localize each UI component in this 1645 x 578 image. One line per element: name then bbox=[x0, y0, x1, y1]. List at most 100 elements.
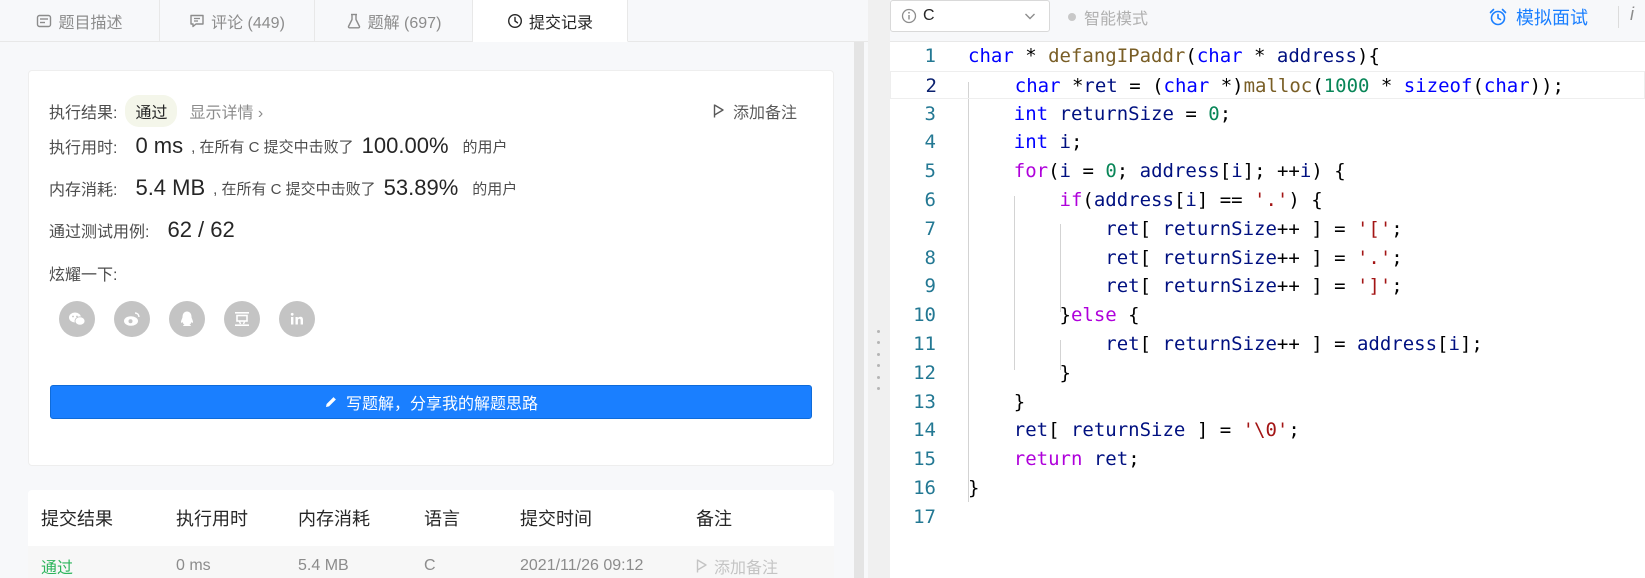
line-number: 15 bbox=[913, 448, 936, 471]
left-scrollbar[interactable] bbox=[854, 42, 864, 578]
weibo-icon[interactable] bbox=[114, 301, 150, 337]
code-line[interactable]: 13 } bbox=[890, 388, 1645, 416]
share-icons bbox=[59, 301, 315, 337]
result-row: 执行结果: 通过 显示详情 › bbox=[49, 95, 263, 127]
language-select[interactable]: C bbox=[890, 0, 1050, 32]
submissions-table: 提交结果 执行用时 内存消耗 语言 提交时间 备注 通过 0 ms 5.4 MB… bbox=[28, 490, 834, 578]
row-add-note[interactable]: 添加备注 bbox=[696, 554, 778, 578]
code-editor[interactable]: 1 char * defangIPaddr(char * address){2 c… bbox=[890, 42, 1645, 578]
code-text: char *ret = (char *)malloc(1000 * sizeof… bbox=[1014, 74, 1564, 97]
header-language: 语言 bbox=[424, 509, 460, 529]
result-label: 执行结果: bbox=[49, 105, 118, 122]
douban-icon[interactable] bbox=[224, 301, 260, 337]
memory-label: 内存消耗: bbox=[49, 182, 118, 199]
smart-mode-toggle[interactable]: 智能模式 bbox=[1068, 5, 1148, 29]
tab-submissions[interactable]: 提交记录 bbox=[473, 0, 628, 42]
tab-label: 题目描述 bbox=[58, 15, 123, 32]
testcases-row: 通过测试用例: 62 / 62 bbox=[49, 217, 237, 243]
testcases-value: 62 / 62 bbox=[167, 217, 235, 242]
info-icon bbox=[901, 8, 917, 24]
memory-value: 5.4 MB bbox=[135, 175, 206, 200]
row-status[interactable]: 通过 bbox=[41, 554, 73, 578]
code-line[interactable]: 10 }else { bbox=[890, 301, 1645, 329]
linkedin-icon[interactable] bbox=[279, 301, 315, 337]
code-line[interactable]: 14 ret[ returnSize ] = '\0'; bbox=[890, 416, 1645, 444]
memory-row: 内存消耗: 5.4 MB , 在所有 C 提交中击败了 53.89% 的用户 bbox=[49, 175, 517, 201]
result-card: 执行结果: 通过 显示详情 › 添加备注 执行用时: 0 ms , 在所有 C … bbox=[28, 70, 834, 466]
qq-icon[interactable] bbox=[169, 301, 205, 337]
alarm-clock-icon bbox=[1489, 8, 1507, 26]
line-number: 17 bbox=[913, 505, 936, 528]
code-line[interactable]: 16} bbox=[890, 474, 1645, 502]
code-line[interactable]: 4 int i; bbox=[890, 128, 1645, 156]
runtime-value: 0 ms bbox=[135, 133, 184, 158]
code-line[interactable]: 12 } bbox=[890, 359, 1645, 387]
share-row: 炫耀一下: bbox=[49, 261, 117, 285]
code-text: return ret; bbox=[1013, 448, 1140, 471]
left-panel: 题目描述 评论 (449) 题解 (697) 提交记录 执行结果: 通过 显示详… bbox=[0, 0, 868, 578]
header-status: 提交结果 bbox=[41, 509, 113, 529]
code-text: } bbox=[968, 477, 980, 499]
line-number: 13 bbox=[913, 390, 936, 413]
code-text: ret[ returnSize++ ] = '.'; bbox=[1105, 246, 1403, 269]
code-line[interactable]: 1 char * defangIPaddr(char * address){ bbox=[890, 42, 1645, 70]
chevron-down-icon bbox=[1025, 13, 1035, 20]
app-root: 题目描述 评论 (449) 题解 (697) 提交记录 执行结果: 通过 显示详… bbox=[0, 0, 1645, 578]
panel-splitter[interactable] bbox=[868, 0, 890, 578]
tab-solutions[interactable]: 题解 (697) bbox=[315, 0, 473, 42]
code-line[interactable]: 8 ret[ returnSize++ ] = '.'; bbox=[890, 244, 1645, 272]
row-note-label: 添加备注 bbox=[714, 560, 779, 577]
flask-icon bbox=[347, 13, 360, 29]
status-badge: 通过 bbox=[125, 95, 178, 127]
line-number: 8 bbox=[924, 246, 936, 269]
code-text: int returnSize = 0; bbox=[1013, 102, 1232, 125]
code-line[interactable]: 15 return ret; bbox=[890, 445, 1645, 473]
code-text: char * defangIPaddr(char * address){ bbox=[968, 45, 1380, 67]
code-line[interactable]: 11 ret[ returnSize++ ] = address[i]; bbox=[890, 330, 1645, 358]
code-line[interactable]: 7 ret[ returnSize++ ] = '['; bbox=[890, 215, 1645, 243]
code-line[interactable]: 5 for(i = 0; address[i]; ++i) { bbox=[890, 157, 1645, 185]
mock-interview-button[interactable]: 模拟面试 bbox=[1488, 4, 1588, 30]
code-text: int i; bbox=[1013, 131, 1083, 154]
add-note-label: 添加备注 bbox=[732, 105, 797, 122]
line-number: 3 bbox=[924, 102, 936, 125]
code-line[interactable]: 3 int returnSize = 0; bbox=[890, 100, 1645, 128]
tab-description[interactable]: 题目描述 bbox=[0, 0, 160, 42]
tab-comments[interactable]: 评论 (449) bbox=[160, 0, 315, 42]
line-number: 7 bbox=[924, 217, 936, 240]
tab-label: 提交记录 bbox=[528, 14, 593, 32]
code-line[interactable]: 17 bbox=[890, 503, 1645, 531]
show-details-link[interactable]: 显示详情 › bbox=[189, 99, 263, 123]
share-label: 炫耀一下: bbox=[49, 267, 118, 284]
line-number: 9 bbox=[924, 275, 936, 298]
write-solution-button[interactable]: 写题解，分享我的解题思路 bbox=[50, 385, 812, 419]
header-memory: 内存消耗 bbox=[298, 509, 370, 529]
runtime-label: 执行用时: bbox=[49, 140, 118, 157]
write-solution-label: 写题解，分享我的解题思路 bbox=[345, 396, 538, 413]
code-line[interactable]: 6 if(address[i] == '.') { bbox=[890, 186, 1645, 214]
line-number: 6 bbox=[924, 189, 936, 211]
toolbar-divider bbox=[1618, 6, 1619, 28]
row-runtime: 0 ms bbox=[176, 557, 211, 574]
row-memory: 5.4 MB bbox=[298, 557, 349, 574]
code-line[interactable]: 9 ret[ returnSize++ ] = ']'; bbox=[890, 272, 1645, 300]
header-submit-time: 提交时间 bbox=[520, 509, 592, 529]
code-text: ret[ returnSize++ ] = '['; bbox=[1105, 217, 1403, 240]
wechat-icon[interactable] bbox=[59, 301, 95, 337]
table-row[interactable]: 通过 0 ms 5.4 MB C 2021/11/26 09:12 添加备注 bbox=[28, 546, 834, 578]
line-number: 11 bbox=[913, 333, 936, 355]
add-note-button[interactable]: 添加备注 bbox=[713, 99, 797, 123]
line-number: 10 bbox=[913, 304, 936, 327]
code-text: ret[ returnSize ] = '\0'; bbox=[1013, 419, 1300, 442]
line-number: 16 bbox=[913, 477, 936, 499]
tab-label: 评论 (449) bbox=[211, 15, 285, 32]
clock-icon bbox=[507, 13, 522, 28]
line-number: 4 bbox=[924, 131, 936, 154]
code-text: }else { bbox=[968, 304, 1140, 327]
comment-icon bbox=[190, 14, 204, 28]
code-line[interactable]: 2 char *ret = (char *)malloc(1000 * size… bbox=[890, 70, 1645, 99]
header-note: 备注 bbox=[696, 509, 732, 529]
runtime-percentile: 100.00% bbox=[361, 133, 449, 158]
code-text: ret[ returnSize++ ] = address[i]; bbox=[1105, 333, 1483, 355]
memory-percentile: 53.89% bbox=[383, 175, 459, 200]
